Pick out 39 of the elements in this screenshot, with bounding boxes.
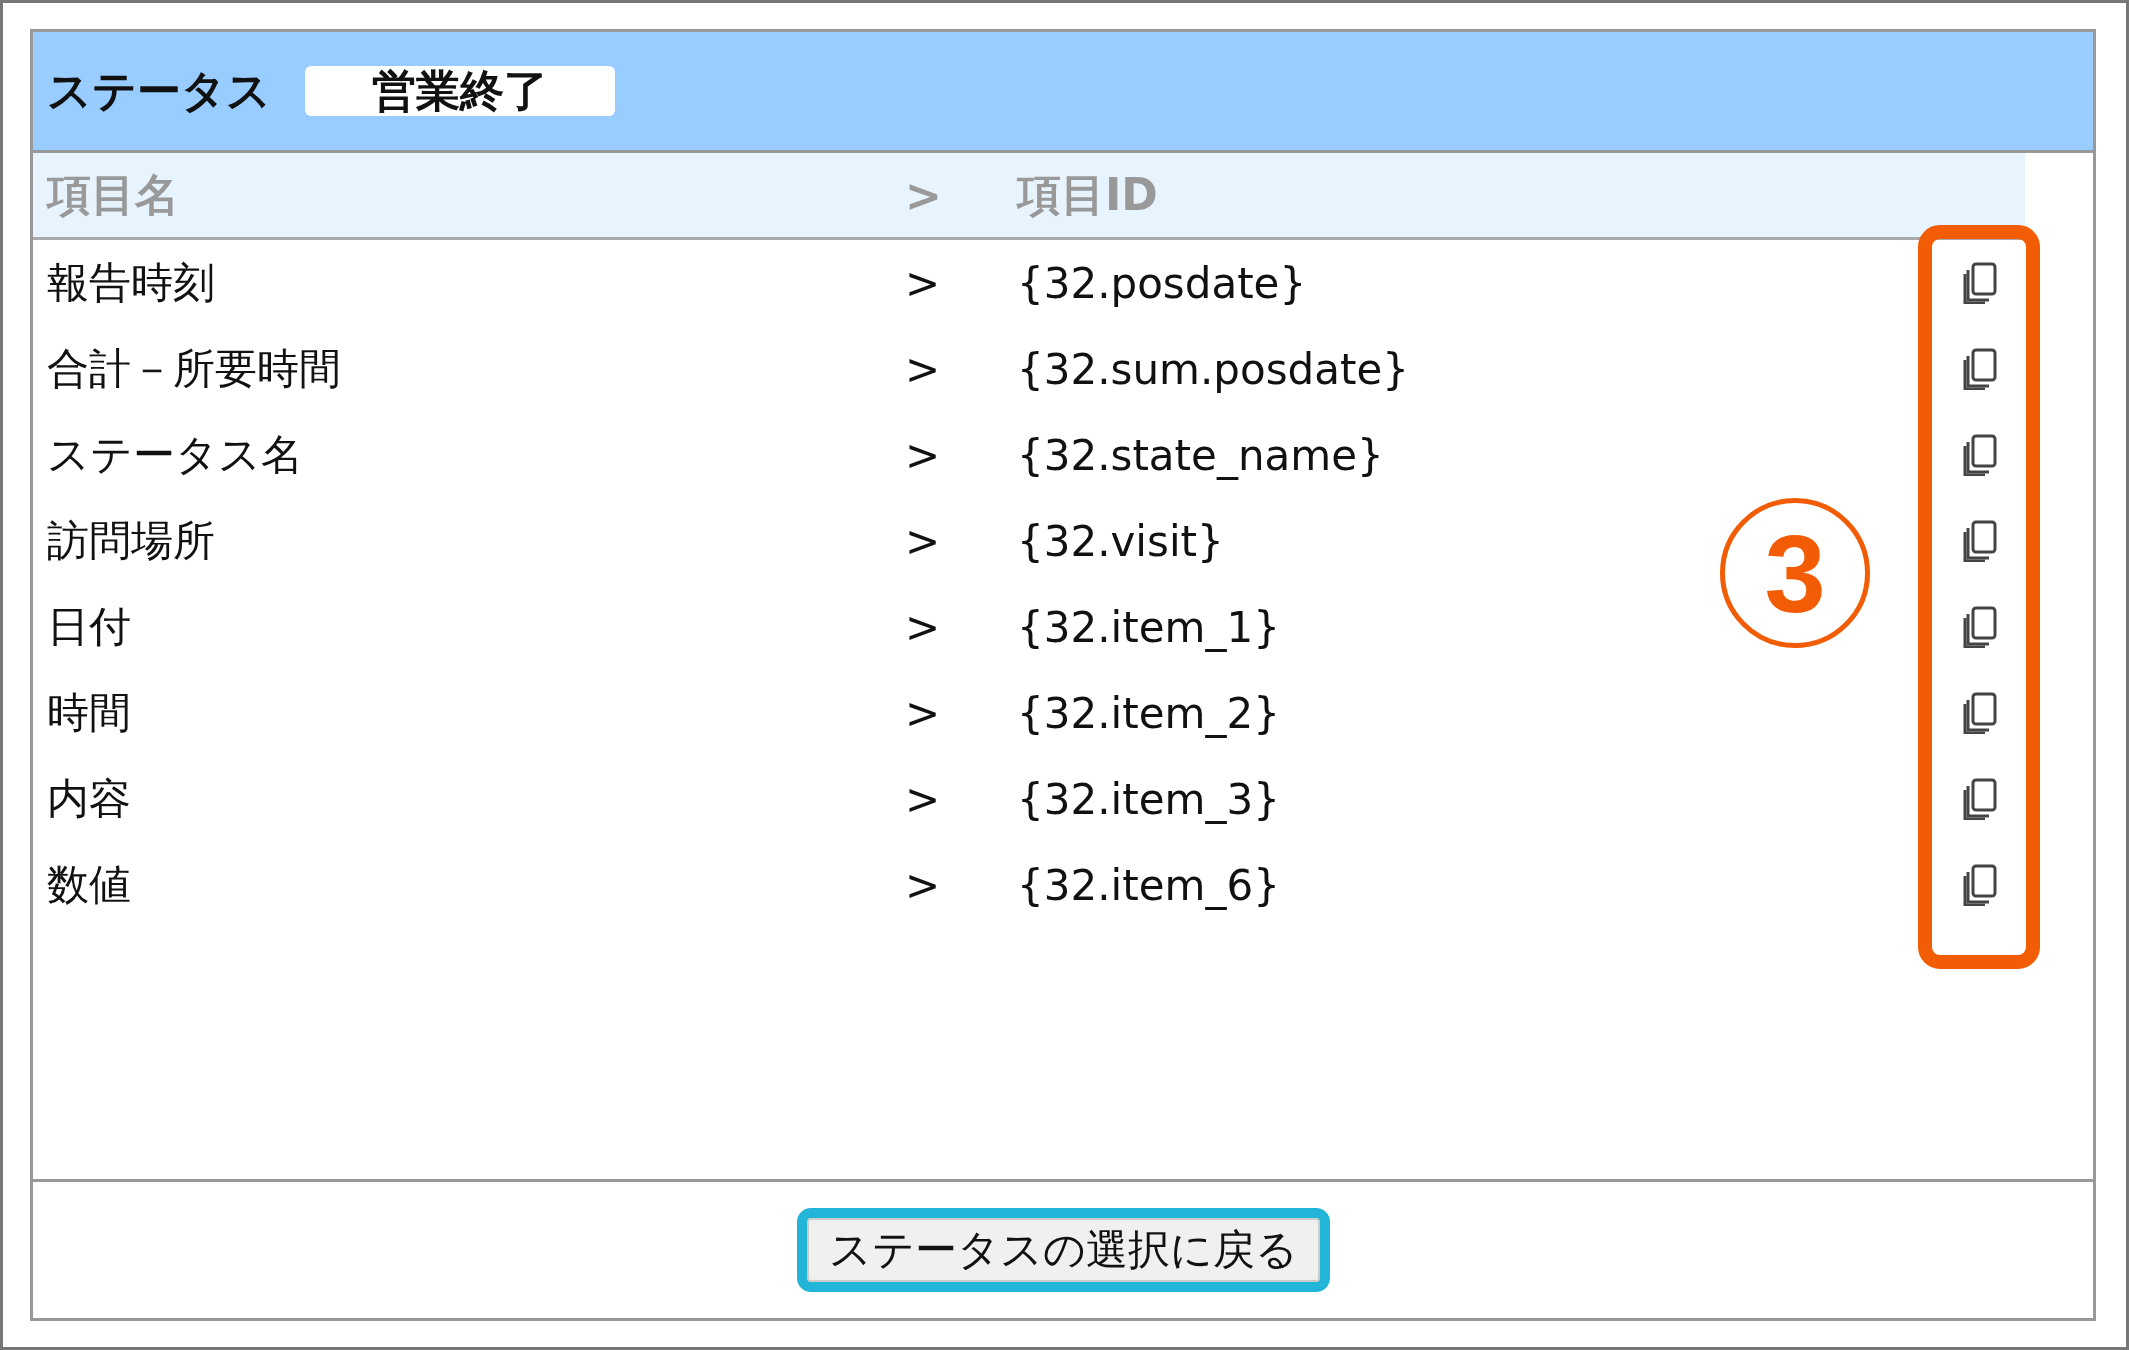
item-id: {32.item_1} [1017, 602, 1281, 652]
column-header: 項目ID [1017, 167, 1159, 222]
arrow-text: > [905, 602, 942, 652]
item-name: ステータス名 [46, 429, 304, 481]
item-id: {32.state_name} [1017, 430, 1385, 480]
status-label: ステータス [47, 63, 271, 118]
item-id: {32.item_3} [1017, 774, 1281, 824]
arrow-text: > [905, 688, 942, 738]
arrow-text: > [905, 860, 942, 910]
arrow-text: > [905, 774, 942, 824]
copy-icon[interactable] [1963, 262, 1997, 304]
arrow-header: > [905, 169, 943, 221]
item-id: {32.item_6} [1017, 860, 1281, 910]
step-number: 3 [1720, 498, 1870, 648]
item-name: 時間 [46, 687, 132, 739]
copy-icon[interactable] [1963, 520, 1997, 562]
copy-icon[interactable] [1963, 864, 1997, 906]
item-id: {32.posdate} [1017, 258, 1308, 308]
copy-icon[interactable] [1963, 606, 1997, 648]
item-id: {32.item_2} [1017, 688, 1281, 738]
item-name: 合計－所要時間 [46, 343, 342, 395]
copy-icon[interactable] [1963, 778, 1997, 820]
item-name: 内容 [46, 773, 132, 825]
item-name: 報告時刻 [46, 257, 216, 309]
item-id: {32.visit} [1017, 516, 1225, 566]
column-header: 項目名 [45, 167, 180, 222]
arrow-text: > [905, 516, 942, 566]
arrow-text: > [905, 258, 942, 308]
back-button[interactable]: ステータスの選択に戻る [796, 1208, 1330, 1292]
copy-icon[interactable] [1963, 692, 1997, 734]
arrow-text: > [905, 430, 942, 480]
item-name: 数値 [46, 859, 132, 911]
item-name: 訪問場所 [46, 515, 216, 567]
arrow-text: > [905, 344, 942, 394]
status-value: 営業終了 [305, 66, 615, 116]
copy-icon[interactable] [1963, 348, 1997, 390]
item-name: 日付 [46, 601, 132, 653]
copy-icon[interactable] [1963, 434, 1997, 476]
item-id: {32.sum.posdate} [1017, 344, 1410, 394]
